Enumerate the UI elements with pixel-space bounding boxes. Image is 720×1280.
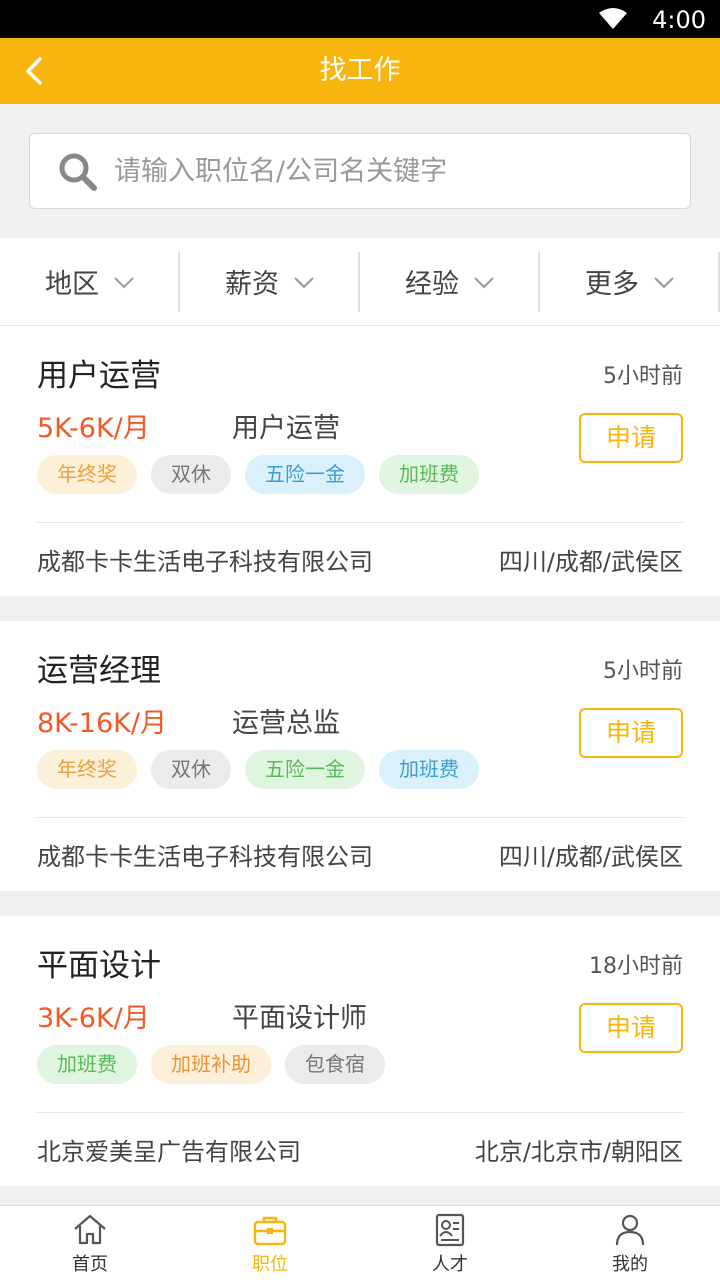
benefit-tag: 加班费 — [37, 1045, 137, 1084]
tag-list: 年终奖 双休 五险一金 加班费 — [37, 455, 479, 494]
benefit-tag: 年终奖 — [37, 455, 137, 494]
home-icon — [74, 1214, 106, 1245]
benefit-tag: 加班费 — [379, 455, 479, 494]
tab-talent[interactable]: 人才 — [360, 1206, 540, 1280]
bottom-tab-bar: 首页 职位 人才 我的 — [0, 1205, 720, 1280]
job-position: 用户运营 — [232, 413, 340, 444]
job-position: 平面设计师 — [232, 1003, 367, 1034]
posted-time: 5小时前 — [603, 364, 683, 389]
tab-label: 职位 — [252, 1254, 288, 1275]
chevron-down-icon — [114, 276, 134, 288]
job-title: 用户运营 — [37, 358, 161, 394]
chevron-down-icon — [474, 276, 494, 288]
benefit-tag: 双休 — [151, 750, 231, 789]
job-salary: 8K-16K/月 — [37, 708, 167, 739]
filter-more[interactable]: 更多 — [540, 238, 720, 325]
filter-salary[interactable]: 薪资 — [180, 238, 360, 325]
title-bar: 找工作 — [0, 38, 720, 104]
posted-time: 18小时前 — [589, 954, 683, 979]
status-time: 4:00 — [652, 6, 706, 34]
filter-label: 薪资 — [225, 269, 279, 300]
job-location: 北京/北京市/朝阳区 — [474, 1138, 683, 1166]
job-card[interactable]: 平面设计 18小时前 3K-6K/月 平面设计师 加班费 加班补助 包食宿 申请… — [0, 916, 720, 1186]
filter-label: 更多 — [585, 269, 639, 300]
chevron-down-icon — [294, 276, 314, 288]
tab-home[interactable]: 首页 — [0, 1206, 180, 1280]
resume-icon — [435, 1213, 465, 1247]
search-box[interactable] — [29, 133, 691, 209]
job-salary: 3K-6K/月 — [37, 1003, 150, 1034]
briefcase-icon — [253, 1216, 287, 1246]
tab-me[interactable]: 我的 — [540, 1206, 720, 1280]
company-name: 北京爱美呈广告有限公司 — [37, 1138, 301, 1166]
divider — [37, 1112, 683, 1113]
job-location: 四川/成都/武侯区 — [498, 843, 683, 871]
benefit-tag: 年终奖 — [37, 750, 137, 789]
filter-region[interactable]: 地区 — [0, 238, 180, 325]
job-card[interactable]: 用户运营 5小时前 5K-6K/月 用户运营 年终奖 双休 五险一金 加班费 申… — [0, 326, 720, 596]
search-input[interactable] — [114, 148, 674, 194]
tag-list: 年终奖 双休 五险一金 加班费 — [37, 750, 479, 789]
tag-list: 加班费 加班补助 包食宿 — [37, 1045, 385, 1084]
job-title: 平面设计 — [37, 948, 161, 984]
search-section — [0, 104, 720, 238]
job-position: 运营总监 — [232, 708, 340, 739]
benefit-tag: 包食宿 — [285, 1045, 385, 1084]
chevron-down-icon — [654, 276, 674, 288]
benefit-tag: 五险一金 — [245, 455, 365, 494]
filter-label: 地区 — [45, 269, 99, 300]
user-icon — [615, 1214, 645, 1246]
benefit-tag: 加班补助 — [151, 1045, 271, 1084]
job-card[interactable]: 运营经理 5小时前 8K-16K/月 运营总监 年终奖 双休 五险一金 加班费 … — [0, 621, 720, 891]
apply-button[interactable]: 申请 — [579, 1003, 683, 1053]
page-title: 找工作 — [319, 55, 401, 86]
benefit-tag: 加班费 — [379, 750, 479, 789]
job-location: 四川/成都/武侯区 — [498, 548, 683, 576]
filter-label: 经验 — [405, 269, 459, 300]
filter-experience[interactable]: 经验 — [360, 238, 540, 325]
benefit-tag: 五险一金 — [245, 750, 365, 789]
job-salary: 5K-6K/月 — [37, 413, 150, 444]
divider — [37, 522, 683, 523]
benefit-tag: 双休 — [151, 455, 231, 494]
status-bar: 4:00 — [0, 0, 720, 38]
search-icon — [59, 153, 97, 191]
wifi-icon — [599, 8, 627, 29]
tab-label: 人才 — [432, 1254, 468, 1275]
tab-label: 首页 — [72, 1254, 108, 1275]
apply-button[interactable]: 申请 — [579, 413, 683, 463]
tab-jobs[interactable]: 职位 — [180, 1206, 360, 1280]
company-name: 成都卡卡生活电子科技有限公司 — [37, 548, 373, 576]
apply-button[interactable]: 申请 — [579, 708, 683, 758]
job-title: 运营经理 — [37, 653, 161, 689]
tab-label: 我的 — [612, 1254, 648, 1275]
divider — [37, 817, 683, 818]
filter-bar: 地区 薪资 经验 更多 — [0, 238, 720, 326]
posted-time: 5小时前 — [603, 659, 683, 684]
company-name: 成都卡卡生活电子科技有限公司 — [37, 843, 373, 871]
